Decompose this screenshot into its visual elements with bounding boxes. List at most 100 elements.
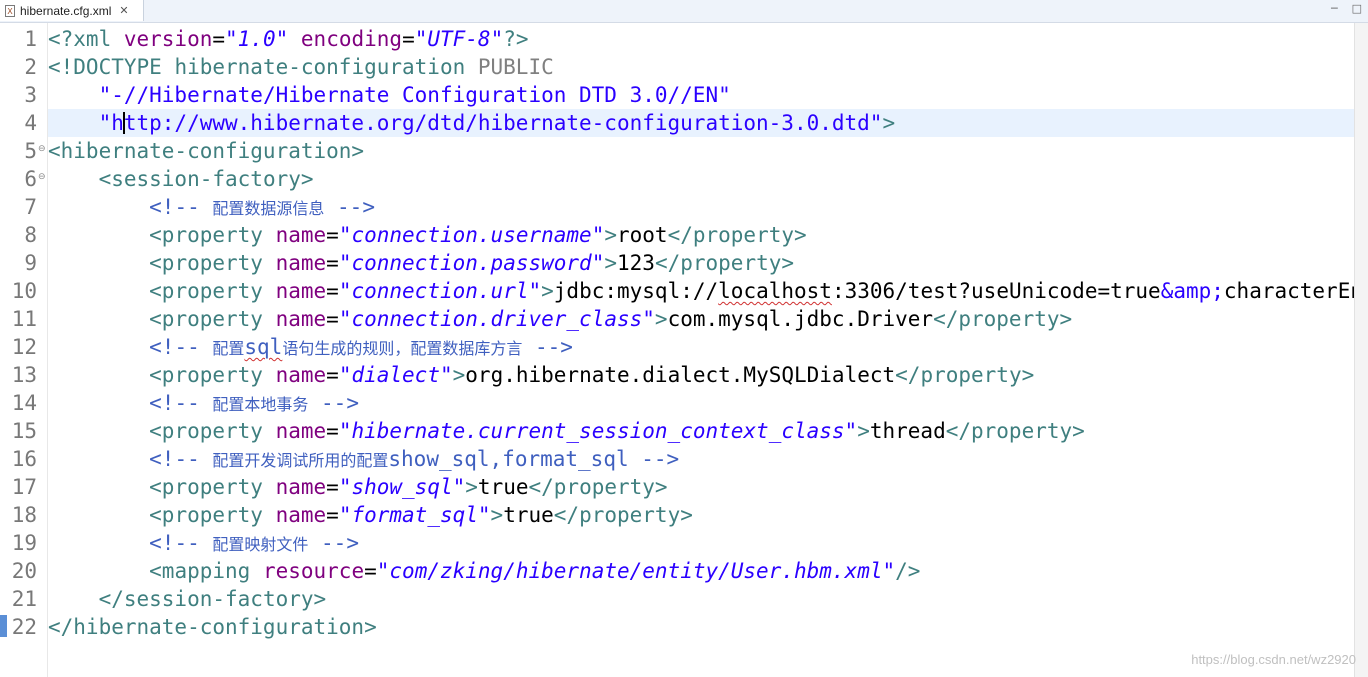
- code-line: <property name="dialect">org.hibernate.d…: [48, 361, 1355, 389]
- attr-value: "hibernate.current_session_context_class…: [338, 419, 858, 443]
- equals: =: [326, 223, 339, 247]
- fold-collapse-icon[interactable]: ⊖: [38, 173, 47, 182]
- tag: <property: [149, 419, 276, 443]
- comment-open: <!--: [149, 447, 213, 471]
- line-number: 16: [11, 447, 37, 471]
- vertical-scrollbar[interactable]: [1354, 23, 1368, 677]
- maximize-icon[interactable]: □: [1352, 2, 1362, 15]
- equals: =: [212, 27, 226, 51]
- text-content: characterEncoding=UTF-8</property>: [1223, 279, 1355, 303]
- comment-close: -->: [308, 531, 359, 555]
- attr-name: version: [123, 27, 213, 51]
- code-line: </session-factory>: [48, 585, 1355, 613]
- line-number: 10: [11, 279, 37, 303]
- comment-text: 配置数据源信息: [212, 199, 325, 218]
- text-content: true: [477, 475, 529, 499]
- watermark: https://blog.csdn.net/wz2920: [1191, 652, 1356, 667]
- attr-value: "1.0": [225, 27, 289, 51]
- tag: </property>: [933, 307, 1073, 331]
- close-icon[interactable]: ✕: [119, 4, 128, 17]
- code-line: <!-- 配置sql语句生成的规则，配置数据库方言 -->: [48, 333, 1355, 361]
- code-editor[interactable]: <?xml version="1.0" encoding="UTF-8"?> <…: [48, 23, 1355, 677]
- tag: </property>: [945, 419, 1085, 443]
- fold-collapse-icon[interactable]: ⊖: [38, 145, 47, 154]
- tag: <property: [149, 475, 276, 499]
- line-number: 19: [11, 531, 37, 555]
- comment-open: <!--: [149, 195, 213, 219]
- xml-declaration-end: ?>: [503, 27, 529, 51]
- line-number: 9: [24, 251, 37, 275]
- text-content: com.mysql.jdbc.Driver: [667, 307, 934, 331]
- tag: />: [895, 559, 921, 583]
- equals: =: [326, 363, 339, 387]
- doctype-system-id-start: "h: [48, 111, 124, 135]
- doctype-system-id: ttp://www.hibernate.org/dtd/hibernate-co…: [123, 111, 883, 135]
- tag: <mapping: [149, 559, 263, 583]
- code-line: <session-factory>: [48, 165, 1355, 193]
- line-number: 8: [24, 223, 37, 247]
- tag: <property: [149, 251, 276, 275]
- tag: >: [604, 223, 617, 247]
- attr-value: "UTF-8": [414, 27, 504, 51]
- comment-close: -->: [324, 195, 375, 219]
- tag: <property: [149, 307, 276, 331]
- line-number: 14: [11, 391, 37, 415]
- comment-keyword: sql: [244, 335, 283, 359]
- attr-value: "connection.driver_class": [338, 307, 655, 331]
- tab-hibernate-cfg[interactable]: X hibernate.cfg.xml ✕: [0, 0, 144, 21]
- attr-name: name: [275, 223, 327, 247]
- tag: >: [654, 307, 668, 331]
- code-line: <!-- 配置本地事务 -->: [48, 389, 1355, 417]
- attr-name: name: [275, 363, 327, 387]
- code-line: <!-- 配置数据源信息 -->: [48, 193, 1355, 221]
- attr-value: "connection.url": [338, 279, 542, 303]
- attr-name: name: [275, 419, 327, 443]
- code-line: <?xml version="1.0" encoding="UTF-8"?>: [48, 25, 1355, 53]
- tag: <property: [149, 363, 276, 387]
- line-number: 15: [11, 419, 37, 443]
- tag: >: [465, 475, 478, 499]
- line-number: 11: [11, 307, 37, 331]
- code-line: <property name="show_sql">true</property…: [48, 473, 1355, 501]
- attr-value: "connection.username": [338, 223, 605, 247]
- equals: =: [326, 251, 339, 275]
- text-content: 123: [617, 251, 655, 275]
- line-number-gutter: 1 2 3 4 5 6 7 8 9 10 11 12 13 14 15 16 1…: [0, 23, 48, 677]
- tag: >: [452, 363, 466, 387]
- attr-name: name: [275, 503, 327, 527]
- tag: </property>: [895, 363, 1035, 387]
- xml-file-icon: X: [5, 4, 15, 17]
- tag: >: [490, 503, 504, 527]
- text-content: :3306/test?useUnicode=true: [831, 279, 1161, 303]
- comment-open: <!--: [149, 391, 213, 415]
- code-line: <property name="hibernate.current_sessio…: [48, 417, 1355, 445]
- code-line: <property name="connection.password">123…: [48, 249, 1355, 277]
- attr-name: encoding: [300, 27, 403, 51]
- code-line: <hibernate-configuration>: [48, 137, 1355, 165]
- minimize-icon[interactable]: ─: [1331, 2, 1338, 15]
- code-line: <property name="format_sql">true</proper…: [48, 501, 1355, 529]
- tag: </property>: [553, 503, 693, 527]
- spelling-warning: localhost: [718, 279, 832, 303]
- attr-name: resource: [262, 559, 365, 583]
- tab-title: hibernate.cfg.xml: [20, 3, 112, 18]
- editor-tab-bar: X hibernate.cfg.xml ✕ ─ □: [0, 0, 1368, 23]
- tag: </property>: [528, 475, 668, 499]
- attr-value: "dialect": [338, 363, 453, 387]
- code-line: <property name="connection.username">roo…: [48, 221, 1355, 249]
- tag: <session-factory>: [98, 167, 314, 191]
- comment-close: -->: [628, 447, 680, 471]
- code-line: </hibernate-configuration>: [48, 613, 1355, 641]
- comment-open: <!--: [149, 335, 213, 359]
- doctype-root: hibernate-configuration: [174, 55, 466, 79]
- comment-text: 配置本地事务: [212, 395, 309, 414]
